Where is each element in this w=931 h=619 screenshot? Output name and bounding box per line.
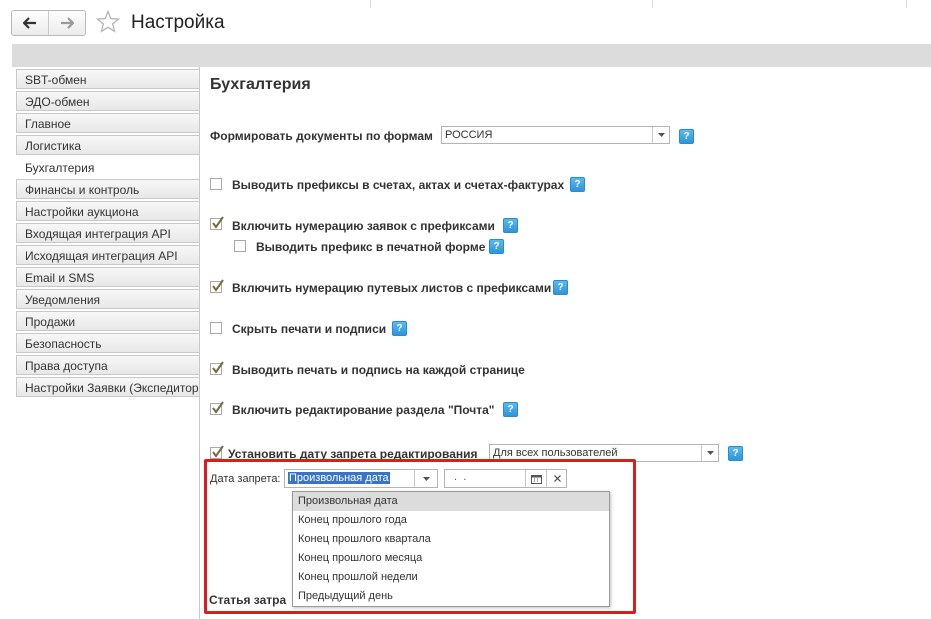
help-icon[interactable]: ? [489, 239, 504, 254]
edit-lock-users-value: Для всех пользователей [493, 447, 618, 459]
help-icon[interactable]: ? [503, 218, 518, 233]
help-icon[interactable]: ? [392, 321, 407, 336]
waybill-numbering-label: Включить нумерацию путевых листов с преф… [232, 281, 552, 295]
sidebar-item-edo-exchange[interactable]: ЭДО-обмен [16, 91, 200, 111]
order-numbering-checkbox[interactable] [210, 216, 224, 230]
top-bar: Настройка [0, 0, 931, 44]
stamp-each-page-checkbox[interactable] [210, 361, 224, 375]
section-heading: Бухгалтерия [210, 76, 311, 93]
stamp-each-page-label: Выводить печать и подпись на каждой стра… [232, 363, 525, 377]
sidebar-item-accounting[interactable]: Бухгалтерия [16, 157, 200, 177]
hide-stamps-label: Скрыть печати и подписи [232, 322, 387, 336]
help-icon[interactable]: ? [503, 402, 518, 417]
help-icon[interactable]: ? [679, 129, 694, 144]
checkmark-icon [212, 401, 224, 414]
checkmark-icon [212, 216, 224, 229]
forms-select[interactable]: РОССИЯ [441, 126, 670, 144]
print-prefix-label: Выводить префикс в печатной форме [256, 240, 486, 254]
forms-label: Формировать документы по формам [210, 129, 433, 143]
sidebar-item-security[interactable]: Безопасность [16, 333, 200, 353]
checkmark-icon [212, 279, 224, 292]
favorite-star-icon[interactable] [95, 9, 121, 36]
sidebar-item-order-settings[interactable]: Настройки Заявки (Экспедитора) [16, 377, 200, 397]
help-icon[interactable]: ? [570, 177, 585, 192]
sidebar: SBT-обмен ЭДО-обмен Главное Логистика Бу… [12, 67, 200, 619]
checkmark-icon [212, 445, 224, 458]
forms-select-value: РОССИЯ [445, 129, 493, 141]
sidebar-item-email-sms[interactable]: Email и SMS [16, 267, 200, 287]
sidebar-item-notifications[interactable]: Уведомления [16, 289, 200, 309]
prefixes-invoices-label: Выводить префиксы в счетах, актах и счет… [232, 178, 565, 192]
sidebar-list: SBT-обмен ЭДО-обмен Главное Логистика Бу… [16, 69, 200, 399]
navigation-buttons [11, 10, 86, 36]
mail-editing-checkbox[interactable] [210, 401, 224, 415]
sidebar-item-sbt-exchange[interactable]: SBT-обмен [16, 69, 200, 89]
waybill-numbering-checkbox[interactable] [210, 279, 224, 293]
help-icon[interactable]: ? [728, 446, 743, 461]
forward-button[interactable] [48, 11, 85, 35]
checkmark-icon [212, 361, 224, 374]
sidebar-item-outgoing-api[interactable]: Исходящая интеграция API [16, 245, 200, 265]
highlight-frame [204, 459, 636, 614]
back-button[interactable] [12, 11, 48, 35]
sidebar-divider [199, 67, 200, 619]
sidebar-item-sales[interactable]: Продажи [16, 311, 200, 331]
mail-editing-label: Включить редактирование раздела "Почта" [232, 403, 495, 417]
page-title: Настройка [131, 12, 225, 33]
chevron-down-icon[interactable] [701, 445, 718, 461]
sidebar-item-finance-control[interactable]: Финансы и контроль [16, 179, 200, 199]
sidebar-item-main[interactable]: Главное [16, 113, 200, 133]
hide-stamps-checkbox[interactable] [210, 322, 222, 334]
print-prefix-checkbox[interactable] [234, 240, 246, 252]
sidebar-item-auction-settings[interactable]: Настройки аукциона [16, 201, 200, 221]
chevron-down-icon[interactable] [652, 127, 669, 143]
prefixes-invoices-checkbox[interactable] [210, 178, 222, 190]
sidebar-item-incoming-api[interactable]: Входящая интеграция API [16, 223, 200, 243]
arrow-left-icon [23, 17, 36, 29]
arrow-right-icon [61, 17, 74, 29]
sidebar-item-access-rights[interactable]: Права доступа [16, 355, 200, 375]
edit-lock-checkbox[interactable] [210, 445, 224, 459]
sidebar-item-logistics[interactable]: Логистика [16, 135, 200, 155]
order-numbering-label: Включить нумерацию заявок с префиксами [232, 219, 495, 233]
toolbar-band [12, 44, 931, 67]
help-icon[interactable]: ? [553, 280, 568, 295]
